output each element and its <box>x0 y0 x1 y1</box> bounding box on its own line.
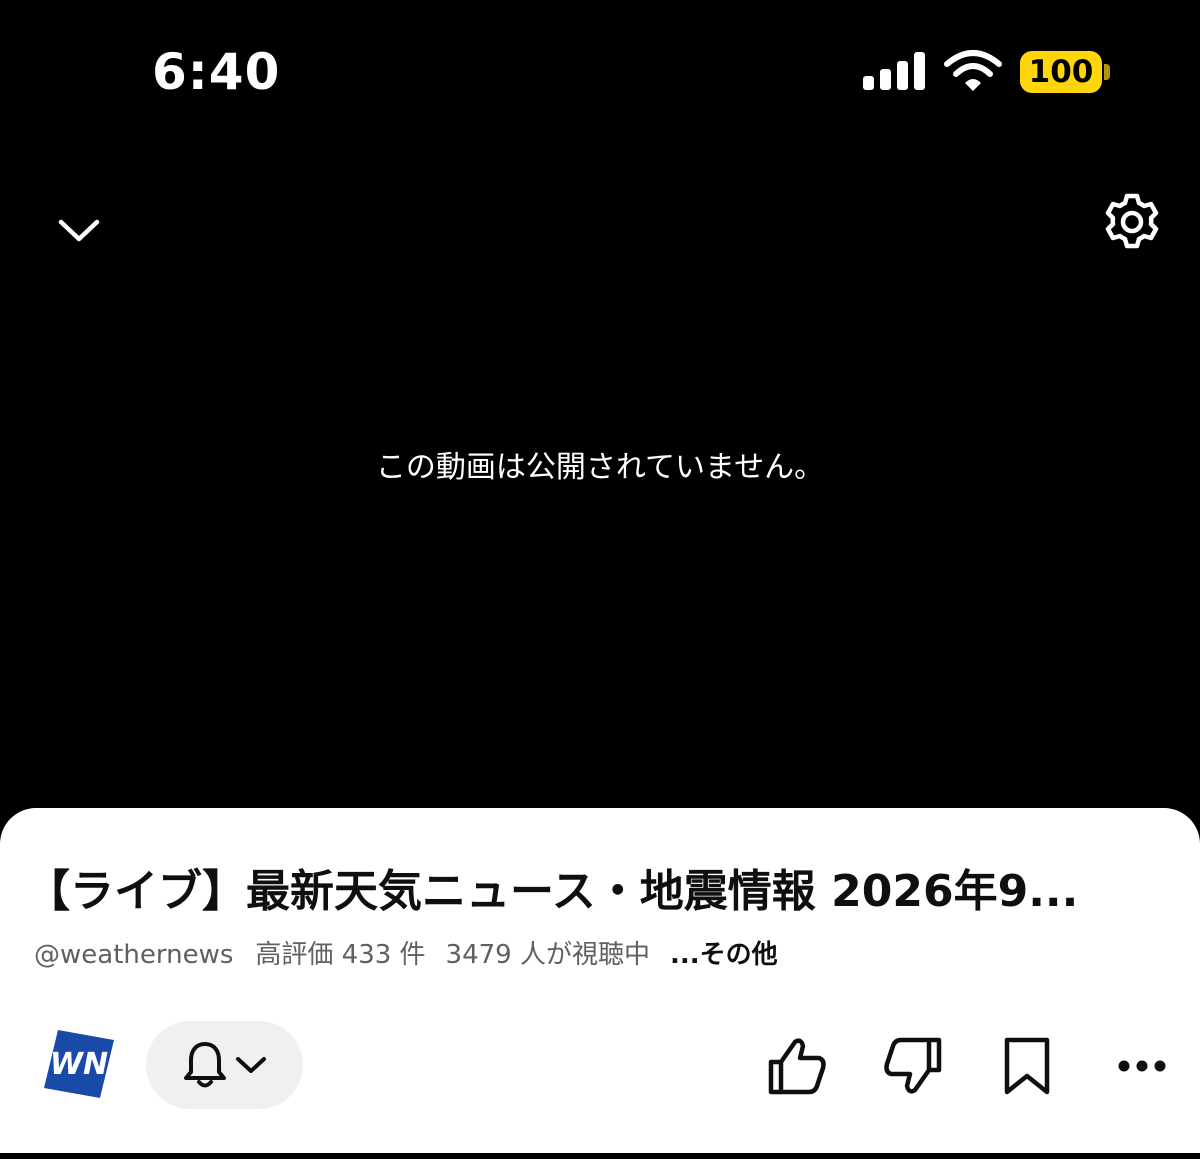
bookmark-icon <box>1004 1037 1050 1095</box>
battery-indicator: 100 <box>1020 51 1110 93</box>
video-info-sheet: 【ライブ】最新天気ニュース・地震情報 2026年9... @weathernew… <box>0 808 1200 1159</box>
viewer-count: 3479 人が視聴中 <box>445 940 650 970</box>
bell-icon <box>183 1042 226 1088</box>
gear-icon <box>1105 193 1159 249</box>
status-time: 6:40 <box>152 43 281 101</box>
thumbs-down-icon <box>884 1037 942 1094</box>
more-link[interactable]: ...その他 <box>670 936 778 974</box>
save-button[interactable] <box>995 1034 1059 1098</box>
channel-logo: WN <box>44 1030 114 1098</box>
like-button[interactable] <box>766 1034 830 1098</box>
channel-handle[interactable]: @weathernews <box>34 936 233 974</box>
signal-icon <box>863 52 925 90</box>
channel-avatar[interactable]: WN <box>44 1030 114 1098</box>
battery-level: 100 <box>1020 51 1102 93</box>
notification-settings-button[interactable] <box>146 1021 303 1109</box>
video-meta[interactable]: @weathernews 高評価 433 件 3479 人が視聴中 ...その他 <box>34 936 798 974</box>
channel-logo-text: WN <box>50 1047 108 1082</box>
more-actions-button[interactable] <box>1110 1034 1174 1098</box>
collapse-player-button[interactable] <box>54 206 104 256</box>
video-unavailable-message: この動画は公開されていません。 <box>375 450 825 485</box>
more-icon <box>1118 1060 1166 1072</box>
thumbs-up-icon <box>768 1038 826 1095</box>
like-count: 高評価 433 件 <box>255 940 426 970</box>
chevron-down-icon <box>235 1057 266 1073</box>
chevron-down-icon <box>58 219 100 242</box>
wifi-icon <box>944 50 1002 91</box>
battery-cap <box>1104 64 1110 80</box>
bottom-edge <box>0 1153 1200 1159</box>
dislike-button[interactable] <box>880 1034 944 1098</box>
video-title[interactable]: 【ライブ】最新天気ニュース・地震情報 2026年9... <box>26 864 1176 920</box>
settings-button[interactable] <box>1100 190 1164 254</box>
